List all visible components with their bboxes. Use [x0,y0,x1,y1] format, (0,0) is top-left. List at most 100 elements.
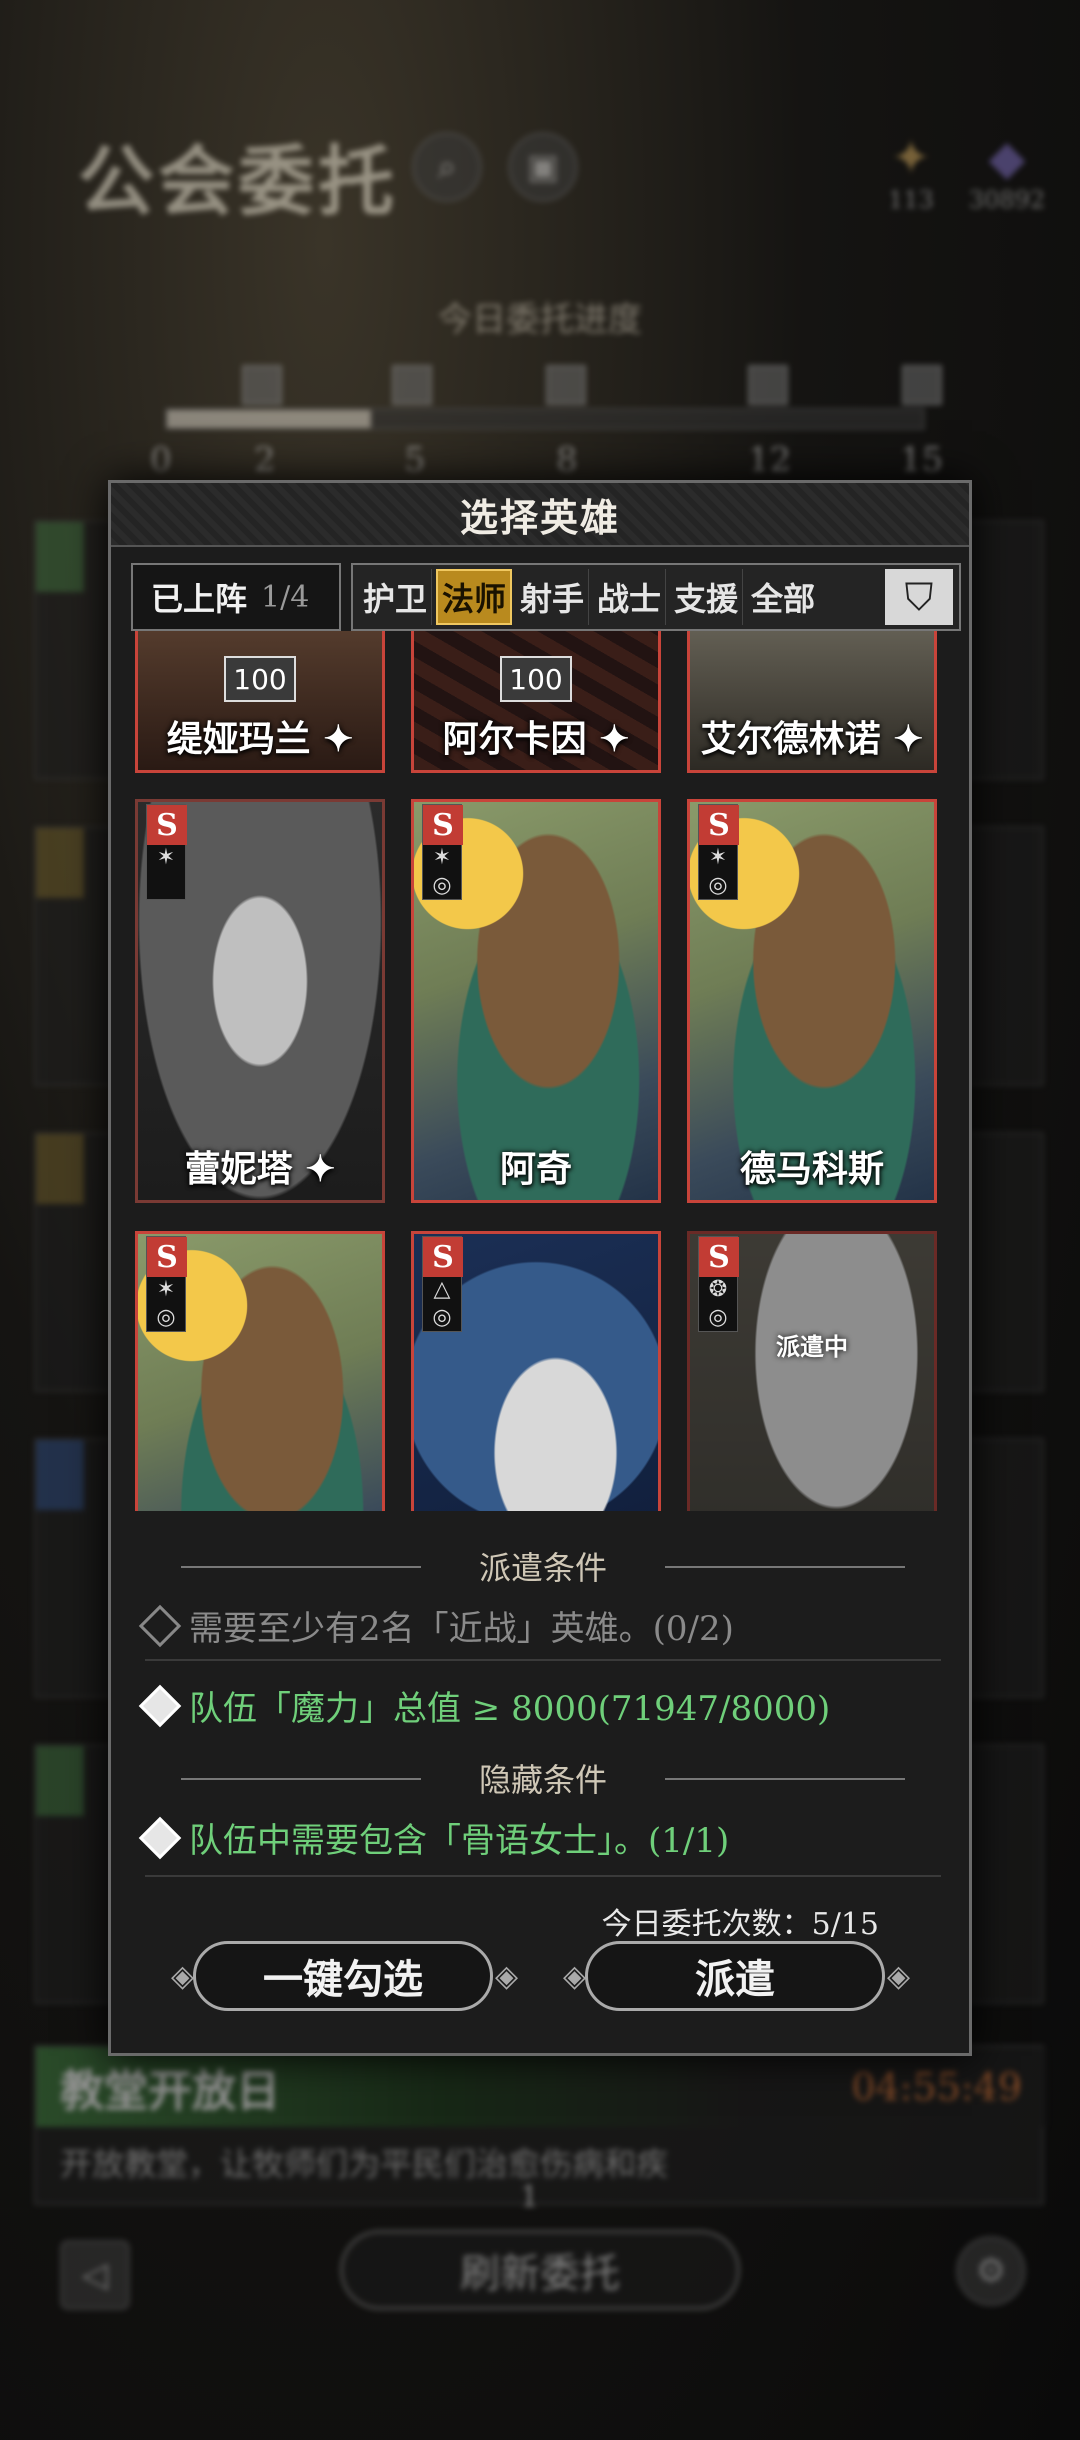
dispatch-button[interactable]: 派遣 [585,1941,885,2011]
lineup-label: 已上阵 [151,580,248,618]
progress-bar [165,408,925,430]
condition-item: 需要至少有2名「近战」英雄。(0/2) [138,1601,734,1650]
resource-crystal: ◆ 30892 [962,130,1052,214]
decor-icon: ◈ [171,1959,195,1994]
divider [145,1659,941,1661]
tick-label: 0 [150,440,172,480]
tab-support[interactable]: 支援 [670,569,744,625]
decor-icon: ◈ [887,1959,911,1994]
hero-grid: 100 缇娅玛兰 ✦ 100 阿尔卡因 ✦ 艾尔德林诺 ✦ S ✶ 蕾妮塔 ✦ S… [135,631,951,1511]
tab-mage[interactable]: 法师 [436,569,513,625]
level-badge: 100 [224,656,296,702]
unchecked-icon [138,1604,182,1647]
class-icon: △ [433,1277,451,1302]
class-icon: ✶ [156,1277,176,1302]
class-tabs: 护卫 法师 射手 战士 支援 全部 ⛉ [351,563,961,631]
refresh-cost: 1 [520,2180,540,2215]
daily-dispatch-count: 今日委托次数：5/15 [601,1907,879,1942]
tab-guard[interactable]: 护卫 [359,569,433,625]
hero-card[interactable]: S △ ◎ [411,1231,661,1511]
chest-icon[interactable] [546,365,586,405]
class-icon: ✶ [156,845,176,870]
lineup-count: 1/4 [261,579,310,615]
class-icon: ✶ [432,845,452,870]
hero-card[interactable]: 艾尔德林诺 ✦ [687,631,937,773]
hero-name: 艾尔德林诺 ✦ [700,718,924,760]
tick-label: 5 [404,440,426,480]
element-icon: ◎ [432,873,452,898]
hero-card[interactable]: S ✶ ◎ [135,1231,385,1511]
book-icon[interactable]: ▣ [508,132,578,202]
chest-icon[interactable] [392,365,432,405]
decor-icon: ◈ [495,1959,519,1994]
rarity-icon: S [423,1237,463,1277]
dispatched-status: 派遣中 [776,1332,848,1361]
chest-icon[interactable] [902,365,942,405]
rarity-icon: S [699,805,739,845]
page-title: 公会委托 [78,137,398,226]
crystal-icon: ◆ [988,130,1026,186]
class-badge: S ✶ [146,804,187,900]
dispatch-conditions-title: 派遣条件 [111,1543,975,1589]
checked-icon [138,1816,182,1859]
task-timer: 04:55:49 [851,2065,1022,2109]
resource-scroll: ✦ 113 [866,130,956,214]
lineup-toggle[interactable]: 已上阵 1/4 [131,563,341,631]
hero-card[interactable]: S ✶ ◎ 德马科斯 [687,799,937,1203]
rarity-icon: S [699,1237,739,1277]
class-badge: S ✶ ◎ [146,1236,187,1332]
decor-icon: ◈ [563,1959,587,1994]
hero-name: 阿奇 [499,1148,572,1190]
filter-sort-icon[interactable]: ⛉ [885,569,953,625]
tick-label: 12 [748,440,792,480]
hero-card[interactable]: 100 阿尔卡因 ✦ [411,631,661,773]
hidden-condition-item: 队伍中需要包含「骨语女士」。(1/1) [138,1813,729,1862]
condition-item: 队伍「魔力」总值 ≥ 8000(71947/8000) [138,1681,830,1730]
tick-label: 15 [900,440,944,480]
dialog-title: 选择英雄 [459,494,620,540]
hidden-conditions-title: 隐藏条件 [111,1755,975,1801]
tab-archer[interactable]: 射手 [516,569,590,625]
select-hero-dialog: 选择英雄 已上阵 1/4 护卫 法师 射手 战士 支援 全部 ⛉ 100 缇娅玛… [108,480,972,2056]
rarity-icon: S [147,1237,187,1277]
tab-all[interactable]: 全部 [747,569,819,625]
level-badge: 100 [500,656,572,702]
back-icon[interactable]: ◁ [60,2240,130,2310]
element-icon: ◎ [432,1305,452,1330]
hero-card[interactable]: S ❂ ◎ 派遣中 [687,1231,937,1511]
hero-name: 蕾妮塔 ✦ [184,1148,336,1190]
rarity-icon: S [147,805,187,845]
tick-label: 2 [254,440,276,480]
element-icon: ◎ [156,1305,176,1330]
task-desc: 开放教堂，让牧师们为平民们治愈伤病和疾 [60,2145,669,2183]
hero-card[interactable]: S ✶ 蕾妮塔 ✦ [135,799,385,1203]
class-icon: ❂ [708,1277,728,1302]
class-icon: ✶ [708,845,728,870]
hero-name: 阿尔卡因 ✦ [442,718,630,760]
hero-name: 缇娅玛兰 ✦ [166,718,354,760]
tick-label: 8 [556,440,578,480]
hero-card[interactable]: S ✶ ◎ 阿奇 [411,799,661,1203]
refresh-button[interactable]: 刷新委托 [340,2230,740,2310]
rarity-icon: S [423,805,463,845]
star-icon: ✦ [599,718,630,760]
checked-icon [138,1684,182,1727]
chest-icon[interactable] [748,365,788,405]
tab-warrior[interactable]: 战士 [593,569,667,625]
scroll-icon: ✦ [890,130,932,186]
hero-name: 德马科斯 [739,1148,884,1190]
auto-select-button[interactable]: 一键勾选 [193,1941,493,2011]
star-icon: ✦ [323,718,354,760]
progress-title: 今日委托进度 [438,300,642,340]
settings-icon[interactable]: ⚙ [956,2236,1026,2306]
star-icon: ✦ [893,718,924,760]
element-icon: ◎ [708,873,728,898]
chest-icon[interactable] [242,365,282,405]
search-icon[interactable]: ⌕ [412,132,482,202]
class-badge: S ✶ ◎ [698,804,739,900]
class-badge: S ✶ ◎ [422,804,463,900]
star-icon: ✦ [305,1148,336,1190]
hero-card[interactable]: 100 缇娅玛兰 ✦ [135,631,385,773]
divider [145,1875,941,1877]
filter-row: 已上阵 1/4 护卫 法师 射手 战士 支援 全部 ⛉ [131,563,961,631]
